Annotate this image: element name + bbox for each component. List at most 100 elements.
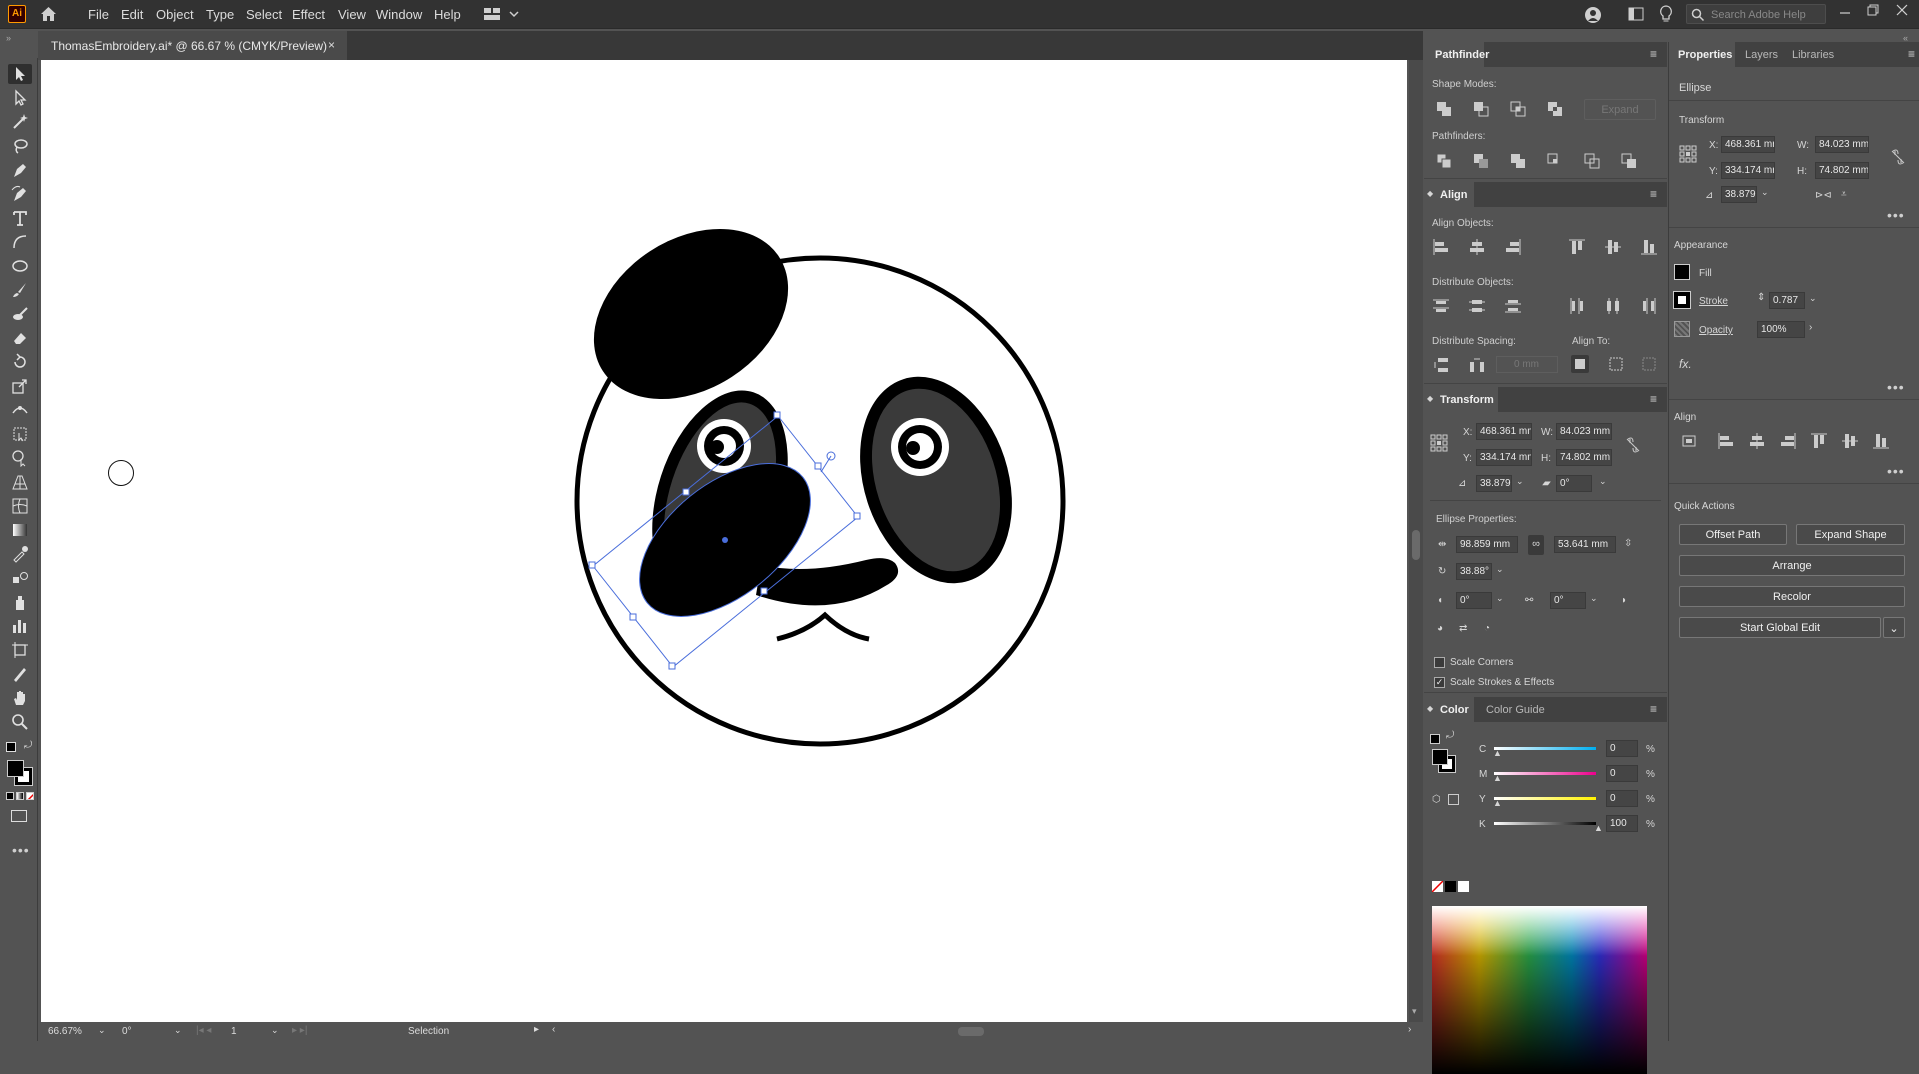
shape-builder-tool[interactable] <box>8 448 32 468</box>
prop-h-field[interactable]: 74.802 mm <box>1815 162 1869 179</box>
expand-button[interactable]: Expand <box>1584 99 1656 120</box>
align-horizontal-center-icon[interactable] <box>1468 238 1486 256</box>
y-slider-thumb[interactable]: ▲ <box>1493 798 1502 808</box>
horizontal-spacing-icon[interactable] <box>1468 356 1486 374</box>
eyedropper-tool[interactable] <box>8 544 32 564</box>
column-graph-tool[interactable] <box>8 616 32 636</box>
zoom-tool[interactable] <box>8 712 32 732</box>
distribute-top-icon[interactable] <box>1432 297 1450 315</box>
prop-align-vcenter-icon[interactable] <box>1841 432 1859 450</box>
minus-back-icon[interactable] <box>1620 152 1638 170</box>
k-slider[interactable] <box>1494 822 1596 825</box>
flip-vertical-icon[interactable]: ⩡ <box>1841 189 1847 200</box>
menu-type[interactable]: Type <box>206 7 234 22</box>
menu-object[interactable]: Object <box>156 7 194 22</box>
vertical-spacing-icon[interactable] <box>1432 356 1450 374</box>
menu-window[interactable]: Window <box>376 7 422 22</box>
fx-button[interactable]: fx. <box>1679 357 1692 371</box>
opacity-field[interactable]: 100% <box>1757 321 1805 338</box>
menu-help[interactable]: Help <box>434 7 461 22</box>
curvature-tool[interactable] <box>8 184 32 204</box>
restore-icon[interactable] <box>1866 3 1880 17</box>
align-vertical-center-icon[interactable] <box>1604 238 1622 256</box>
menu-view[interactable]: View <box>338 7 366 22</box>
rotate-tool[interactable] <box>8 352 32 372</box>
ellipse-width-field[interactable]: 98.859 mm <box>1456 536 1518 553</box>
expand-shape-button[interactable]: Expand Shape <box>1796 524 1905 545</box>
opacity-arrow-icon[interactable]: › <box>1809 322 1812 333</box>
link-pie-icon[interactable]: ⚯ <box>1525 595 1533 606</box>
pathfinder-tab[interactable]: Pathfinder <box>1435 49 1489 61</box>
libraries-tab[interactable]: Libraries <box>1792 49 1834 61</box>
mesh-tool[interactable] <box>8 496 32 516</box>
distribute-hcenter-icon[interactable] <box>1604 297 1622 315</box>
scroll-down-icon[interactable]: ▾ <box>1412 1006 1417 1017</box>
reference-point-icon[interactable] <box>1430 434 1448 452</box>
scale-strokes-checkbox[interactable]: ✓ <box>1434 677 1445 688</box>
appearance-stroke-swatch[interactable] <box>1673 291 1691 309</box>
align-to-artboard-icon[interactable] <box>1640 355 1658 373</box>
prop-constrain-icon[interactable] <box>1889 148 1907 166</box>
prop-x-field[interactable]: 468.361 mr <box>1721 136 1775 153</box>
prop-align-bottom-icon[interactable] <box>1872 432 1890 450</box>
panel-menu-icon[interactable]: ≡ <box>1650 392 1657 406</box>
shear-dropdown-icon[interactable]: ⌄ <box>1599 476 1607 487</box>
reset-pie-icon[interactable]: ◔ <box>1484 623 1490 634</box>
workspace-switcher-icon[interactable] <box>484 7 520 24</box>
magic-wand-tool[interactable] <box>8 112 32 132</box>
scale-tool[interactable] <box>8 376 32 396</box>
angle-dropdown-icon[interactable]: ⌄ <box>1516 476 1524 487</box>
artboard-dropdown-icon[interactable]: ⌄ <box>271 1025 279 1036</box>
black-swatch[interactable] <box>1445 881 1456 892</box>
stroke-dropdown-icon[interactable]: ⌄ <box>1809 293 1817 304</box>
horizontal-scroll-thumb[interactable] <box>958 1027 984 1036</box>
rotation-field[interactable]: 0° <box>122 1026 132 1037</box>
zoom-dropdown-icon[interactable]: ⌄ <box>98 1025 106 1036</box>
blend-tool[interactable] <box>8 568 32 588</box>
k-field[interactable]: 100 <box>1606 815 1638 832</box>
fill-swatch[interactable] <box>7 760 24 777</box>
y-field[interactable]: 334.174 mm <box>1476 449 1532 466</box>
outline-icon[interactable] <box>1583 152 1601 170</box>
status-menu-icon[interactable]: ▸ <box>534 1024 539 1035</box>
color-swap-icon[interactable]: ⤾ <box>1446 730 1454 741</box>
minus-front-icon[interactable] <box>1472 100 1490 118</box>
out-of-gamut-icon[interactable]: ⬡ <box>1432 794 1441 805</box>
exclude-icon[interactable] <box>1546 100 1564 118</box>
prop-y-field[interactable]: 334.174 mr <box>1721 162 1775 179</box>
m-slider[interactable] <box>1494 772 1596 775</box>
prop-align-to-icon[interactable] <box>1681 432 1699 450</box>
properties-tab[interactable]: Properties <box>1678 49 1732 61</box>
prop-align-left-icon[interactable] <box>1717 432 1735 450</box>
prop-reference-point-icon[interactable] <box>1679 145 1697 163</box>
y-slider[interactable] <box>1494 797 1596 800</box>
scroll-thumb[interactable] <box>1412 530 1420 560</box>
white-swatch[interactable] <box>1458 881 1469 892</box>
invert-pie-icon[interactable]: ⇄ <box>1459 623 1467 634</box>
swap-fill-stroke-icon[interactable]: ⤾ <box>24 740 32 751</box>
transform-tab[interactable]: Transform <box>1440 394 1494 406</box>
panel-menu-icon[interactable]: ≡ <box>1650 187 1657 201</box>
prop-angle-dropdown-icon[interactable]: ⌄ <box>1761 187 1769 198</box>
constrain-proportions-icon[interactable] <box>1624 436 1642 454</box>
angle-field[interactable]: 38.879° <box>1476 475 1512 492</box>
paintbrush-tool[interactable] <box>8 280 32 300</box>
unite-icon[interactable] <box>1435 100 1453 118</box>
align-top-icon[interactable] <box>1568 238 1586 256</box>
menu-effect[interactable]: Effect <box>292 7 325 22</box>
artboard-nav-first-icon[interactable]: |◂ ◂ <box>196 1025 211 1036</box>
color-fill-swatch[interactable] <box>1432 749 1448 765</box>
arrange-button[interactable]: Arrange <box>1679 555 1905 576</box>
document-tab[interactable]: ThomasEmbroidery.ai* @ 66.67 % (CMYK/Pre… <box>38 31 347 60</box>
spacing-value-field[interactable]: 0 mm <box>1496 356 1558 373</box>
pen-tool[interactable] <box>8 160 32 180</box>
align-right-icon[interactable] <box>1504 238 1522 256</box>
type-tool[interactable] <box>8 208 32 228</box>
lasso-tool[interactable] <box>8 136 32 156</box>
panel-collapse-icon[interactable]: ◆ <box>1427 394 1433 403</box>
shear-field[interactable]: 0° <box>1556 475 1592 492</box>
prop-align-hcenter-icon[interactable] <box>1748 432 1766 450</box>
distribute-vcenter-icon[interactable] <box>1468 297 1486 315</box>
stroke-stepper-icon[interactable]: ⇕ <box>1757 292 1765 303</box>
scale-corners-checkbox[interactable] <box>1434 657 1445 668</box>
